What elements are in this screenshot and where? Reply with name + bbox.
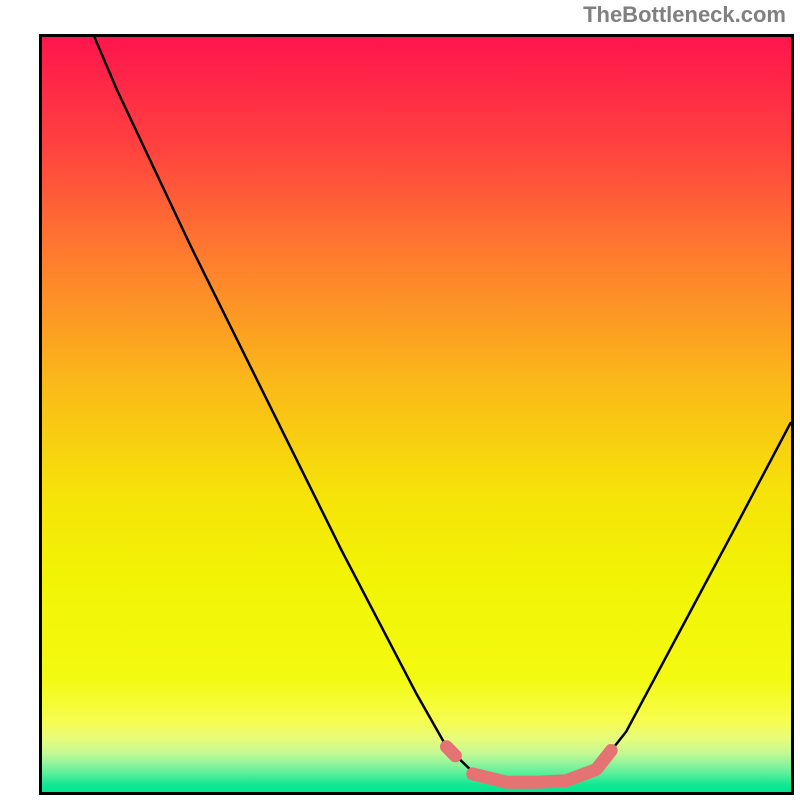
highlight-segment-0 bbox=[447, 747, 456, 756]
chart-frame bbox=[39, 34, 794, 795]
highlight-segment-1 bbox=[473, 751, 612, 783]
attribution-text: TheBottleneck.com bbox=[583, 2, 786, 28]
chart-svg bbox=[42, 37, 791, 792]
main-curve bbox=[94, 37, 791, 782]
